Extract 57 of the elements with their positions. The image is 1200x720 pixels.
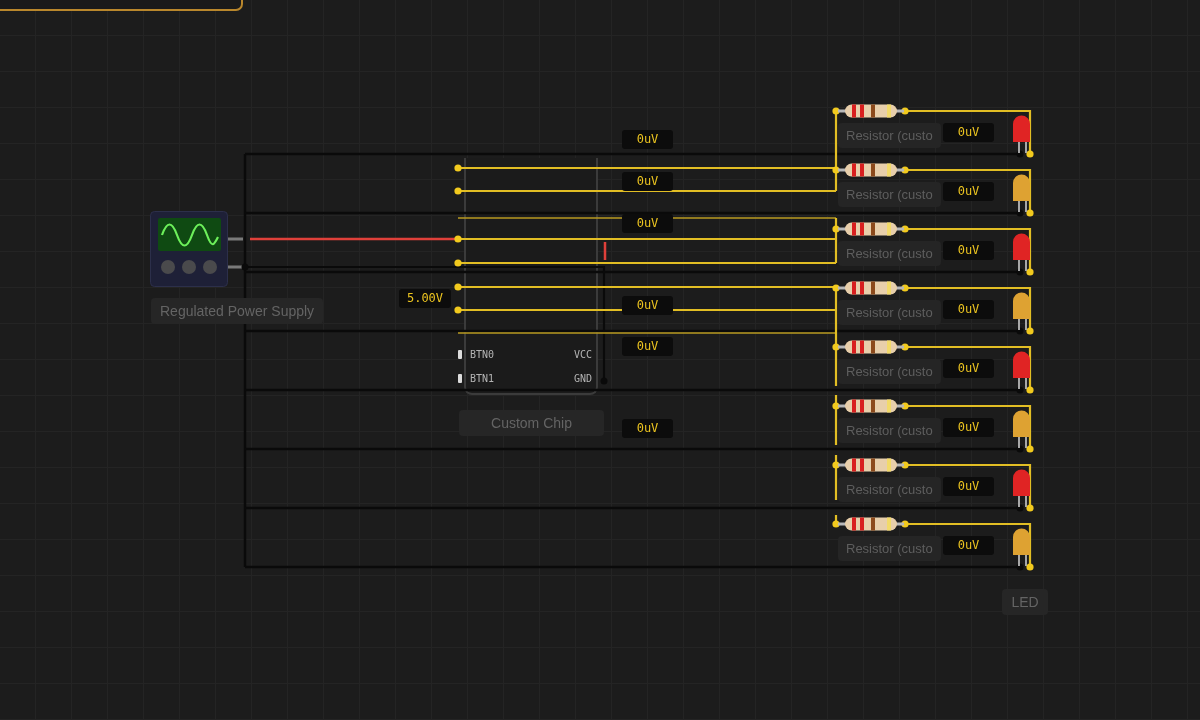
junction-dot-icon [832,166,840,174]
resistor-icon [838,103,904,119]
resistor-label: Resistor (custo [838,300,941,325]
voltage-reading: 0uV [943,182,994,201]
resistor-icon [838,339,904,355]
voltage-reading: 0uV [943,418,994,437]
voltage-reading: 0uV [622,214,673,233]
resistor-label: Resistor (custo [838,123,941,148]
led-icon [1011,526,1031,566]
component-label: Regulated Power Supply [151,298,324,324]
resistor-label: Resistor (custo [838,359,941,384]
voltage-reading: 5.00V [399,289,451,308]
junction-dot-icon [832,520,840,528]
resistor-label: Resistor (custo [838,418,941,443]
junction-dot-icon [832,284,840,292]
voltage-reading: 0uV [943,477,994,496]
resistor-icon [838,457,904,473]
pin-icon [458,349,462,359]
voltage-reading: 0uV [943,300,994,319]
resistor-label: Resistor (custo [838,536,941,561]
pin-label: VCC [573,348,592,360]
resistor-icon [838,280,904,296]
voltage-reading: 0uV [943,536,994,555]
wire [834,455,838,500]
led-icon [1011,231,1031,271]
resistor-label: Resistor (custo [838,182,941,207]
resistor-icon [838,221,904,237]
junction-dot-icon [832,225,840,233]
pin-label: GND [573,372,592,384]
component-label: Custom Chip [459,410,604,436]
voltage-reading: 0uV [622,419,673,438]
led-icon [1011,290,1031,330]
resistor-label: Resistor (custo [838,477,941,502]
led-icon [1011,113,1031,153]
pin-label: BTN0 [470,348,495,360]
junction-dot-icon [832,461,840,469]
resistor-icon [838,516,904,532]
voltage-reading: 0uV [622,172,673,191]
led-icon [1011,467,1031,507]
voltage-reading: 0uV [943,123,994,142]
voltage-reading: 0uV [943,359,994,378]
led-icon [1011,408,1031,448]
resistor-icon [838,398,904,414]
junction-dot-icon [832,343,840,351]
resistor-label: Resistor (custo [838,241,941,266]
component-label: LED [1002,589,1048,615]
junction-dot-icon [832,107,840,115]
junction-dot-icon [832,402,840,410]
pin-icon [458,373,462,383]
pin-label: BTN1 [470,372,495,384]
voltage-reading: 0uV [622,296,673,315]
led-icon [1011,349,1031,389]
resistor-icon [838,162,904,178]
voltage-reading: 0uV [622,130,673,149]
led-icon [1011,172,1031,212]
voltage-reading: 0uV [943,241,994,260]
voltage-reading: 0uV [622,337,673,356]
